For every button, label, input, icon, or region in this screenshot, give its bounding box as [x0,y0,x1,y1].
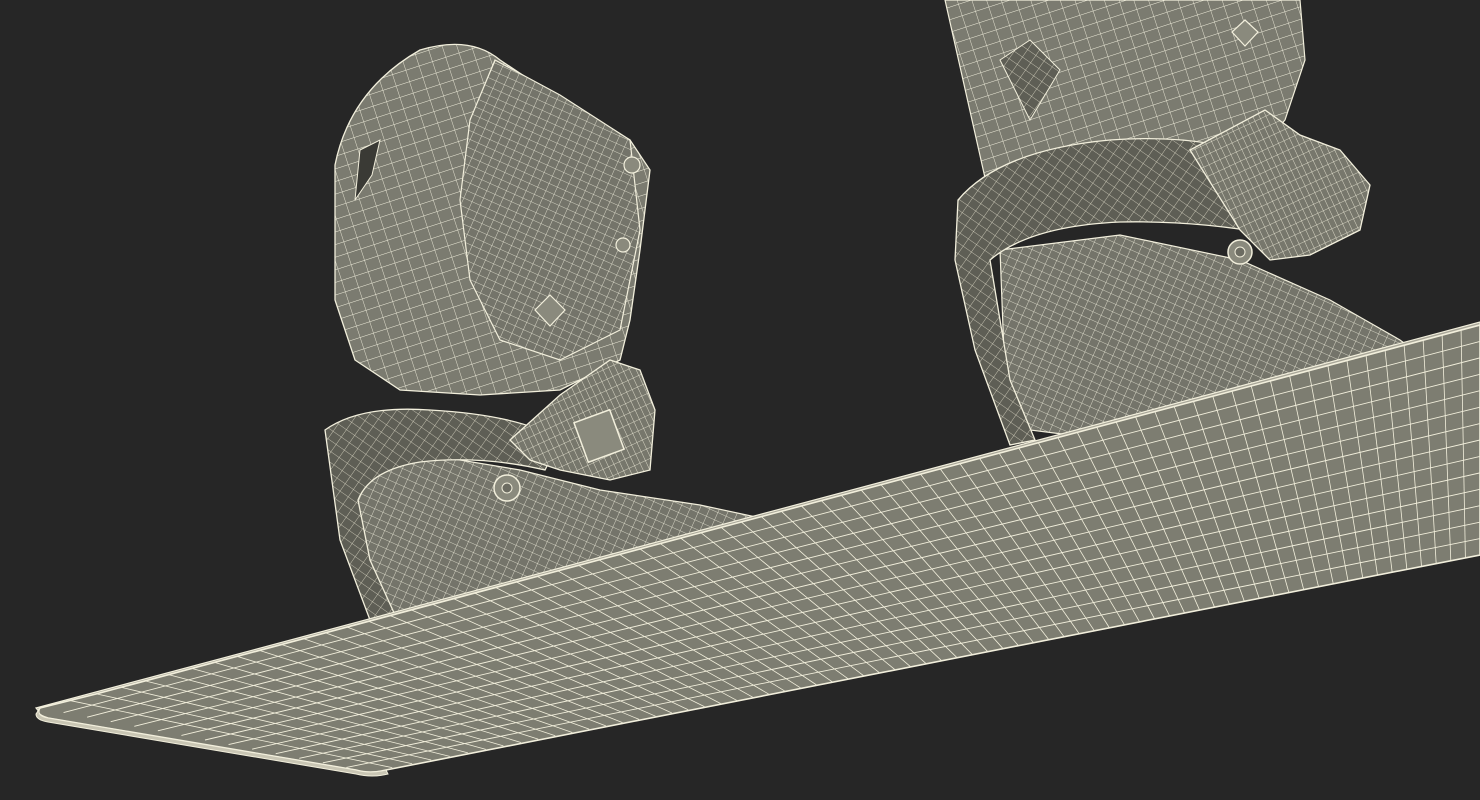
deck-top-surface [37,324,1480,773]
render-viewport [0,0,1480,800]
snowboard-deck [34,321,1480,777]
wireframe-render-canvas [34,0,1480,777]
